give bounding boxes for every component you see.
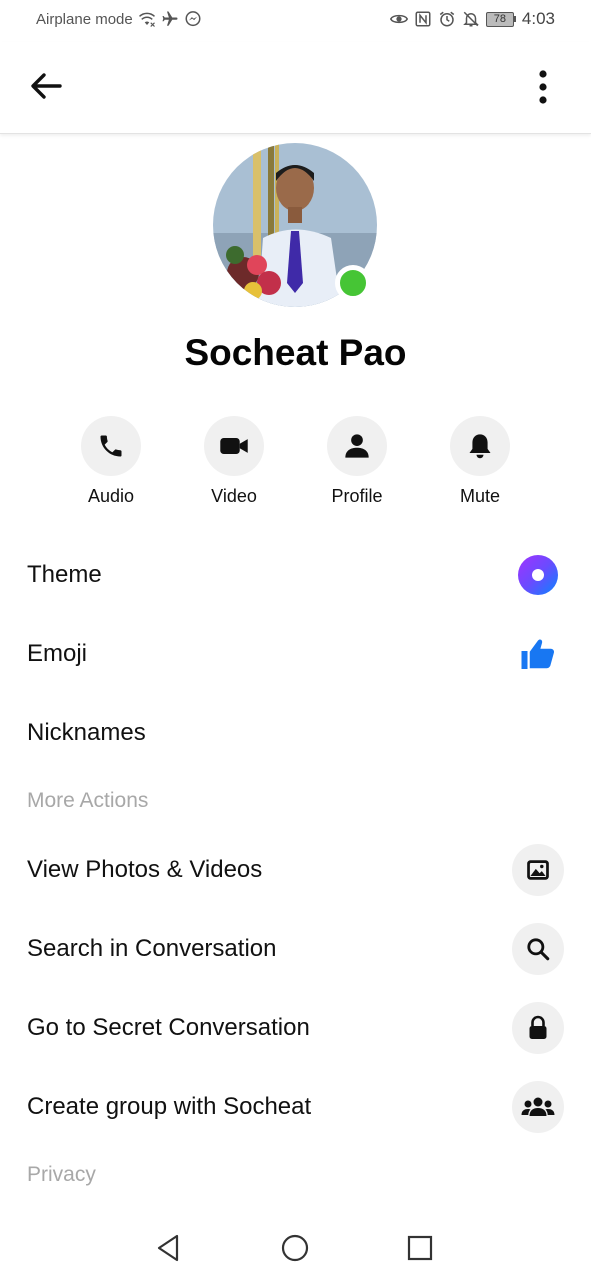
- video-call-button[interactable]: Video: [172, 416, 296, 507]
- secret-conversation-row[interactable]: Go to Secret Conversation: [0, 996, 591, 1060]
- view-photos-videos-label: View Photos & Videos: [27, 856, 263, 883]
- eye-icon: [389, 14, 408, 24]
- lock-icon-wrap: [512, 1002, 564, 1054]
- mute-button[interactable]: Mute: [418, 416, 542, 507]
- group-icon: [521, 1097, 555, 1116]
- create-group-label: Create group with Socheat: [27, 1093, 312, 1120]
- group-icon-wrap: [512, 1081, 564, 1133]
- nicknames-label: Nicknames: [27, 719, 146, 746]
- privacy-header: Privacy: [27, 1163, 96, 1186]
- audio-label: Audio: [87, 486, 135, 506]
- view-profile-button[interactable]: Profile: [295, 416, 419, 507]
- more-options-button[interactable]: [531, 68, 555, 108]
- video-camera-icon: [220, 438, 248, 454]
- audio-button-circle[interactable]: [81, 416, 141, 476]
- theme-row[interactable]: Theme: [0, 543, 591, 607]
- create-group-row[interactable]: Create group with Socheat: [0, 1075, 591, 1139]
- audio-call-button[interactable]: Audio: [49, 416, 173, 507]
- quick-actions: Audio Video Profile Mute: [49, 416, 569, 516]
- mute-label: Mute: [459, 486, 501, 506]
- phone-icon: [100, 435, 122, 457]
- search-icon-wrap: [512, 923, 564, 975]
- nav-recents-icon[interactable]: [404, 1232, 436, 1264]
- wifi-icon: [138, 12, 155, 27]
- lock-icon: [529, 1015, 547, 1039]
- status-left: Airplane mode: [36, 10, 202, 28]
- airplane-icon: [162, 11, 178, 26]
- theme-label: Theme: [27, 561, 102, 588]
- online-status-indicator: [335, 265, 371, 301]
- more-vertical-icon: [539, 70, 547, 104]
- video-label: Video: [211, 486, 257, 506]
- arrow-left-icon: [31, 73, 62, 99]
- photo-icon-wrap: [512, 844, 564, 896]
- back-button[interactable]: [26, 66, 66, 106]
- thumbs-up-icon: [521, 639, 555, 669]
- nav-home-icon[interactable]: [279, 1232, 311, 1264]
- nicknames-row[interactable]: Nicknames: [0, 701, 591, 765]
- profile-avatar[interactable]: [213, 143, 379, 309]
- status-right: 78 4:03: [389, 9, 555, 29]
- search-conversation-row[interactable]: Search in Conversation: [0, 917, 591, 981]
- app-bar: [0, 42, 591, 134]
- search-icon: [527, 938, 550, 961]
- mute-button-circle[interactable]: [450, 416, 510, 476]
- search-conversation-label: Search in Conversation: [27, 935, 277, 962]
- theme-icon-wrap: [517, 554, 559, 596]
- profile-label: Profile: [331, 486, 383, 506]
- bell-icon: [469, 434, 491, 459]
- battery-icon: 78: [485, 11, 516, 27]
- nav-back-icon[interactable]: [153, 1232, 185, 1264]
- secret-conversation-label: Go to Secret Conversation: [27, 1014, 310, 1041]
- status-bar: Airplane mode 78 4:03: [0, 0, 591, 42]
- video-button-circle[interactable]: [204, 416, 264, 476]
- nfc-icon: [415, 11, 431, 27]
- theme-gradient-icon: [518, 555, 558, 595]
- bell-off-icon: [463, 11, 479, 27]
- alarm-icon: [439, 11, 455, 27]
- profile-button-circle[interactable]: [327, 416, 387, 476]
- emoji-icon-wrap: [517, 633, 559, 675]
- person-icon: [345, 434, 369, 458]
- emoji-row[interactable]: Emoji: [0, 622, 591, 686]
- view-photos-videos-row[interactable]: View Photos & Videos: [0, 838, 591, 902]
- airplane-mode-label: Airplane mode: [36, 10, 133, 28]
- photo-icon: [527, 860, 549, 880]
- clock: 4:03: [521, 9, 555, 28]
- emoji-label: Emoji: [27, 640, 88, 667]
- more-actions-header: More Actions: [27, 789, 149, 812]
- messenger-icon: [185, 11, 201, 27]
- battery-level: 78: [485, 11, 514, 27]
- system-nav-bar: [0, 1214, 591, 1280]
- profile-name: Socheat Pao: [184, 332, 407, 373]
